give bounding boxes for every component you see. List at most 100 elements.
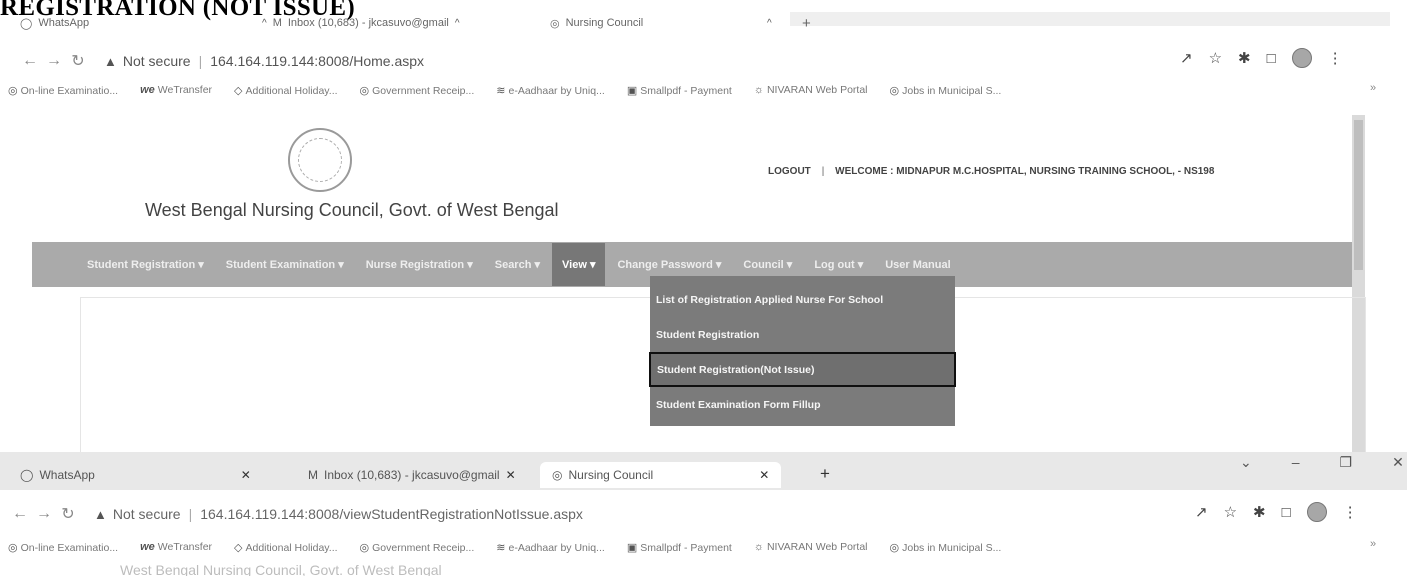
dropdown-item-exam-form-fillup[interactable]: Student Examination Form Fillup: [650, 387, 955, 422]
profile-avatar[interactable]: [1291, 48, 1312, 68]
tab-label: Nursing Council: [568, 468, 654, 482]
nav-log-out[interactable]: Log out ▾: [814, 258, 863, 271]
header-user-line: LOGOUT | WELCOME : MIDNAPUR M.C.HOSPITAL…: [768, 166, 1214, 177]
bookmark-item[interactable]: ▣ Smallpdf - Payment: [627, 541, 732, 554]
warning-icon[interactable]: ▲: [104, 54, 117, 69]
bookmark-item[interactable]: ◎ Government Receip...: [360, 541, 475, 554]
nav-search[interactable]: Search ▾: [495, 258, 540, 271]
reload-icon[interactable]: ↻: [56, 504, 80, 524]
bookmark-item[interactable]: we WeTransfer: [140, 84, 212, 96]
wetransfer-icon: we: [140, 84, 155, 96]
bookmark-item[interactable]: ☼ NIVARAN Web Portal: [754, 541, 868, 553]
star-icon[interactable]: ☆: [1224, 503, 1237, 521]
extensions-icon[interactable]: ✱: [1253, 503, 1266, 521]
cut-off-council-title: West Bengal Nursing Council, Govt. of We…: [120, 562, 442, 576]
forward-icon[interactable]: →: [42, 52, 66, 70]
close-icon[interactable]: ✕: [759, 468, 769, 482]
nav-change-password[interactable]: Change Password ▾: [617, 258, 721, 271]
smallpdf-icon: ▣: [626, 541, 638, 554]
scrollbar-thumb[interactable]: [1354, 120, 1363, 270]
dropdown-item-student-registration[interactable]: Student Registration: [650, 317, 955, 352]
bookmark-item[interactable]: we WeTransfer: [140, 541, 212, 553]
second-browser-window: ◯ WhatsApp ✕ M Inbox (10,683) - jkcasuvo…: [0, 452, 1407, 582]
nav-user-manual[interactable]: User Manual: [885, 259, 950, 271]
new-tab-button[interactable]: +: [802, 12, 811, 34]
welcome-text: WELCOME : MIDNAPUR M.C.HOSPITAL, NURSING…: [835, 166, 1215, 177]
globe-icon: ◎: [550, 17, 560, 30]
nav-nurse-registration[interactable]: Nurse Registration ▾: [366, 258, 473, 271]
bottom-tab-strip: ◯ WhatsApp ✕ M Inbox (10,683) - jkcasuvo…: [0, 452, 1407, 490]
bookmark-item[interactable]: ◎ On-line Examinatio...: [8, 541, 118, 554]
nav-council[interactable]: Council ▾: [743, 258, 792, 271]
close-icon[interactable]: ✕: [241, 468, 251, 482]
url-divider: |: [188, 506, 193, 522]
tab-label: Inbox (10,683) - jkcasuvo@gmail: [287, 17, 449, 29]
dropdown-item-student-registration-not-issue[interactable]: Student Registration(Not Issue): [649, 352, 956, 387]
star-icon[interactable]: ☆: [1209, 49, 1222, 67]
bookmark-item[interactable]: ≋ e-Aadhaar by Uniq...: [496, 84, 605, 97]
view-dropdown-menu: List of Registration Applied Nurse For S…: [649, 276, 956, 426]
bookmark-item[interactable]: ◎ On-line Examinatio...: [8, 84, 118, 97]
tab-gmail[interactable]: ^ M Inbox (10,683) - jkcasuvo@gmail ^: [262, 12, 460, 34]
document-icon: ◇: [234, 541, 243, 554]
security-label[interactable]: Not secure: [123, 53, 191, 69]
nav-view[interactable]: View ▾: [552, 243, 606, 286]
forward-icon[interactable]: →: [32, 505, 56, 523]
nav-student-registration[interactable]: Student Registration ▾: [87, 258, 204, 271]
bottom-toolbar-icons: ↗ ☆ ✱ □ ⋮: [1195, 502, 1358, 522]
tab-label: Inbox (10,683) - jkcasuvo@gmail: [324, 468, 500, 482]
bookmark-item[interactable]: ▣ Smallpdf - Payment: [627, 84, 732, 97]
sidebar-icon[interactable]: □: [1267, 50, 1276, 67]
globe-icon: ◎: [889, 541, 900, 554]
tab-whatsapp[interactable]: ◯ WhatsApp: [20, 12, 89, 34]
globe-icon: ◎: [8, 541, 18, 554]
bookmark-item[interactable]: ◎ Government Receip...: [360, 84, 475, 97]
chevron-up-icon[interactable]: ^: [455, 18, 460, 29]
security-label[interactable]: Not secure: [113, 506, 181, 522]
bookmark-item[interactable]: ≋ e-Aadhaar by Uniq...: [496, 541, 605, 554]
extensions-icon[interactable]: ✱: [1238, 49, 1251, 67]
bookmark-item[interactable]: ◎ Jobs in Municipal S...: [890, 84, 1002, 97]
globe-icon: ◎: [359, 541, 370, 554]
top-tab-strip: ◯ WhatsApp ^ M Inbox (10,683) - jkcasuvo…: [0, 12, 1407, 34]
bookmarks-overflow-icon[interactable]: »: [1370, 82, 1376, 94]
bookmark-item[interactable]: ◇ Additional Holiday...: [234, 84, 338, 97]
back-icon[interactable]: ←: [8, 505, 32, 523]
logout-link[interactable]: LOGOUT: [768, 166, 811, 177]
tab-search-icon[interactable]: ⌄: [1240, 454, 1252, 471]
close-icon[interactable]: ✕: [506, 468, 516, 482]
bottom-bookmarks-bar: ◎ On-line Examinatio... we WeTransfer ◇ Add…: [8, 537, 1001, 557]
tab-whatsapp[interactable]: ◯ WhatsApp ✕: [20, 462, 251, 488]
share-icon[interactable]: ↗: [1180, 49, 1193, 67]
chevron-up-icon: ^: [262, 17, 267, 29]
nivaran-icon: ☼: [753, 84, 764, 96]
bookmark-item[interactable]: ◎ Jobs in Municipal S...: [890, 541, 1002, 554]
restore-icon[interactable]: ❐: [1340, 454, 1353, 471]
document-icon: ◇: [234, 84, 243, 97]
sidebar-icon[interactable]: □: [1282, 504, 1291, 521]
tab-nursing-council[interactable]: ◎ Nursing Council ✕: [540, 462, 782, 488]
new-tab-button[interactable]: +: [820, 464, 830, 484]
tab-close-icon[interactable]: ^: [767, 12, 772, 34]
nav-student-examination[interactable]: Student Examination ▾: [226, 258, 344, 271]
close-window-icon[interactable]: ✕: [1392, 454, 1404, 471]
tab-nursing-council[interactable]: ◎ Nursing Council: [550, 12, 643, 34]
warning-icon[interactable]: ▲: [94, 507, 107, 522]
bookmarks-overflow-icon[interactable]: »: [1370, 538, 1376, 550]
dropdown-item-registration-applied[interactable]: List of Registration Applied Nurse For S…: [650, 282, 955, 317]
minimize-icon[interactable]: –: [1292, 454, 1300, 471]
bookmark-item[interactable]: ☼ NIVARAN Web Portal: [754, 84, 868, 96]
url-text[interactable]: 164.164.119.144:8008/Home.aspx: [210, 53, 424, 69]
share-icon[interactable]: ↗: [1195, 503, 1208, 521]
tab-gmail[interactable]: M Inbox (10,683) - jkcasuvo@gmail ✕: [308, 462, 516, 488]
menu-icon[interactable]: ⋮: [1343, 503, 1358, 521]
globe-icon: ◎: [359, 84, 370, 97]
url-text[interactable]: 164.164.119.144:8008/viewStudentRegistra…: [200, 506, 583, 522]
top-bookmarks-bar: ◎ On-line Examinatio... we WeTransfer ◇ Add…: [8, 80, 1001, 100]
bookmark-item[interactable]: ◇ Additional Holiday...: [234, 541, 338, 554]
back-icon[interactable]: ←: [18, 52, 42, 70]
menu-icon[interactable]: ⋮: [1328, 49, 1343, 67]
profile-avatar[interactable]: [1306, 502, 1327, 522]
wetransfer-icon: we: [140, 541, 155, 553]
reload-icon[interactable]: ↻: [66, 51, 90, 71]
